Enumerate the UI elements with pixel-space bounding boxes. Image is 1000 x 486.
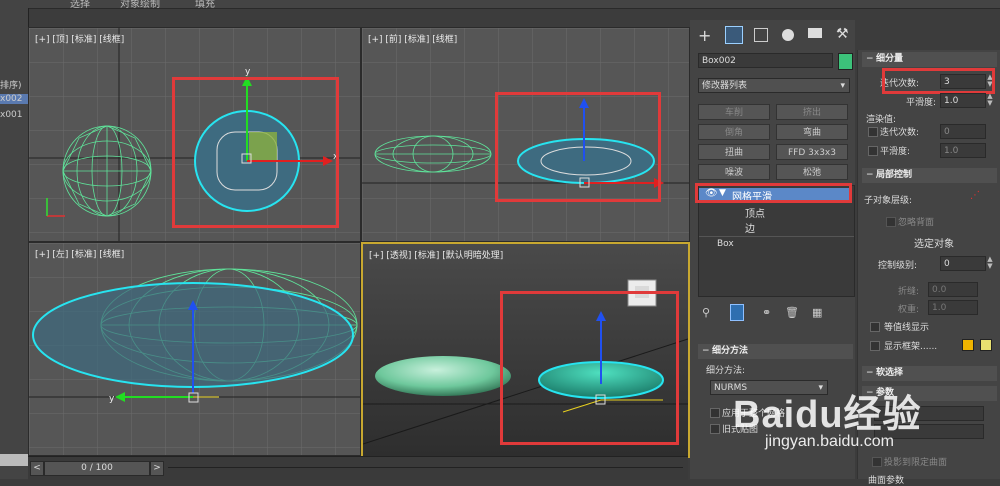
watermark: Baidu经验 jingyan.baidu.com [715,375,965,470]
scene-explorer: 排序) x002 x001 [0,8,29,479]
object-color-swatch[interactable] [838,53,853,70]
isoline-display-label: 等值线显示 [884,323,930,333]
modifier-list-label: 修改器列表 [702,81,748,91]
rollout-local-control[interactable]: 局部控制 [862,168,997,183]
menu-item-select[interactable]: 选择 [70,0,90,8]
time-slider[interactable]: 0 / 100 [44,461,150,476]
highlight-persp-viewport [500,291,679,445]
scene-scroll-handle[interactable] [0,454,28,466]
time-slider-bar: < 0 / 100 > [28,456,688,480]
viewport-left-grid: y [29,243,360,455]
render-smoothness-label: 平滑度: [880,147,911,157]
modifier-button-twist[interactable]: 扭曲 [698,144,770,160]
ignore-backface-checkbox[interactable] [886,217,896,227]
configure-sets-icon[interactable]: ▦ [812,306,822,319]
motion-icon[interactable] [782,29,794,41]
modifier-button-extrude[interactable]: 挤出 [776,104,848,120]
scene-item-box001[interactable]: x001 [0,110,28,120]
axis-y-label-left: y [109,394,115,404]
axis-y-label: y [245,67,251,77]
control-level-spinner[interactable]: ▲ ▼ [986,256,994,271]
pin-stack-icon[interactable]: ⚲ [702,306,710,319]
menu-item-populate[interactable]: 填充 [195,0,215,8]
object-name-field[interactable]: Box002 [698,53,833,68]
modifier-button-bevel[interactable]: 倒角 [698,124,770,140]
selected-object-label: 选定对象 [914,239,954,250]
chevron-down-icon: ▾ [840,81,845,91]
smoothness-field[interactable]: 1.0 [940,93,986,108]
vertex-mode-icon[interactable]: ⋰ [970,190,980,201]
render-smoothness-field[interactable]: 1.0 [940,143,986,158]
cage-color-swatch-2[interactable] [980,339,992,351]
show-end-result-icon[interactable] [730,304,744,321]
modifier-button-noise[interactable]: 噪波 [698,164,770,180]
highlight-stack-item [695,183,852,203]
render-smoothness-checkbox[interactable] [868,146,878,156]
show-cage-checkbox[interactable] [870,341,880,351]
stack-sub-vertex[interactable]: 顶点 [745,205,765,220]
utilities-icon[interactable]: ⚒ [836,26,849,42]
render-iterations-label: 迭代次数: [880,128,920,138]
sphere-persp [375,356,511,396]
viewport-persp-label[interactable]: [+] [透视] [标准] [默认明暗处理] [369,248,503,261]
menu-item-object-paint[interactable]: 对象绘制 [120,0,160,8]
render-values-label: 渲染值: [866,115,897,125]
modifier-button-lathe[interactable]: 车削 [698,104,770,120]
prev-frame-button[interactable]: < [30,461,44,476]
viewport-front-label[interactable]: [+] [前] [标准] [线框] [368,32,457,45]
weight-label: 权重: [898,305,920,315]
stack-item-box[interactable]: Box [717,239,734,249]
track-line [168,467,683,468]
watermark-url: jingyan.baidu.com [765,433,894,450]
show-cage-label: 显示框架...... [884,342,938,352]
smoothness-label: 平滑度: [906,98,937,108]
control-level-label: 控制级别: [878,261,918,271]
scene-sort-label[interactable]: 排序) [0,78,28,91]
isoline-display-checkbox[interactable] [870,322,880,332]
scene-item-box002[interactable]: x002 [0,94,28,104]
make-unique-icon[interactable]: ⚭ [762,306,771,319]
render-iterations-checkbox[interactable] [868,127,878,137]
display-icon[interactable] [808,28,822,38]
modifier-button-relax[interactable]: 松弛 [776,164,848,180]
surface-params-label: 曲面参数 [868,476,905,486]
watermark-logo: Baidu经验 [733,394,922,436]
cage-color-swatch-1[interactable] [962,339,974,351]
rollout-subdivision-amount[interactable]: 细分量 [862,52,997,67]
create-icon[interactable]: + [698,26,711,45]
rollout-subdivision-method[interactable]: 细分方法 [698,344,853,359]
modifier-button-bend[interactable]: 弯曲 [776,124,848,140]
control-level-field[interactable]: 0 [940,256,986,271]
remove-modifier-icon[interactable]: 🗑 [785,306,799,319]
next-frame-button[interactable]: > [150,461,164,476]
highlight-iterations [882,68,995,94]
crease-label: 折缝: [898,287,920,297]
modifier-button-ffd[interactable]: FFD 3x3x3 [776,144,848,160]
sublevel-label: 子对象层级: [864,196,913,206]
ignore-backface-label: 忽略背面 [898,218,935,228]
modifier-list-dropdown[interactable]: 修改器列表 ▾ [698,78,850,93]
modify-icon[interactable] [725,26,743,44]
viewport-left-label[interactable]: [+] [左] [标准] [线框] [35,247,124,260]
crease-field[interactable]: 0.0 [928,282,978,297]
viewport-left[interactable]: y [+] [左] [标准] [线框] [28,242,361,456]
menu-bar: 选择 对象绘制 填充 [0,0,1000,9]
highlight-front-viewport [495,92,661,202]
highlight-top-viewport [172,77,339,228]
hierarchy-icon[interactable] [754,28,768,42]
weight-field[interactable]: 1.0 [928,300,978,315]
render-iterations-field[interactable]: 0 [940,124,986,139]
stack-sub-edge[interactable]: 边 [745,220,755,235]
smoothness-spinner[interactable]: ▲ ▼ [986,93,994,108]
viewport-top-label[interactable]: [+] [顶] [标准] [线框] [35,32,124,45]
